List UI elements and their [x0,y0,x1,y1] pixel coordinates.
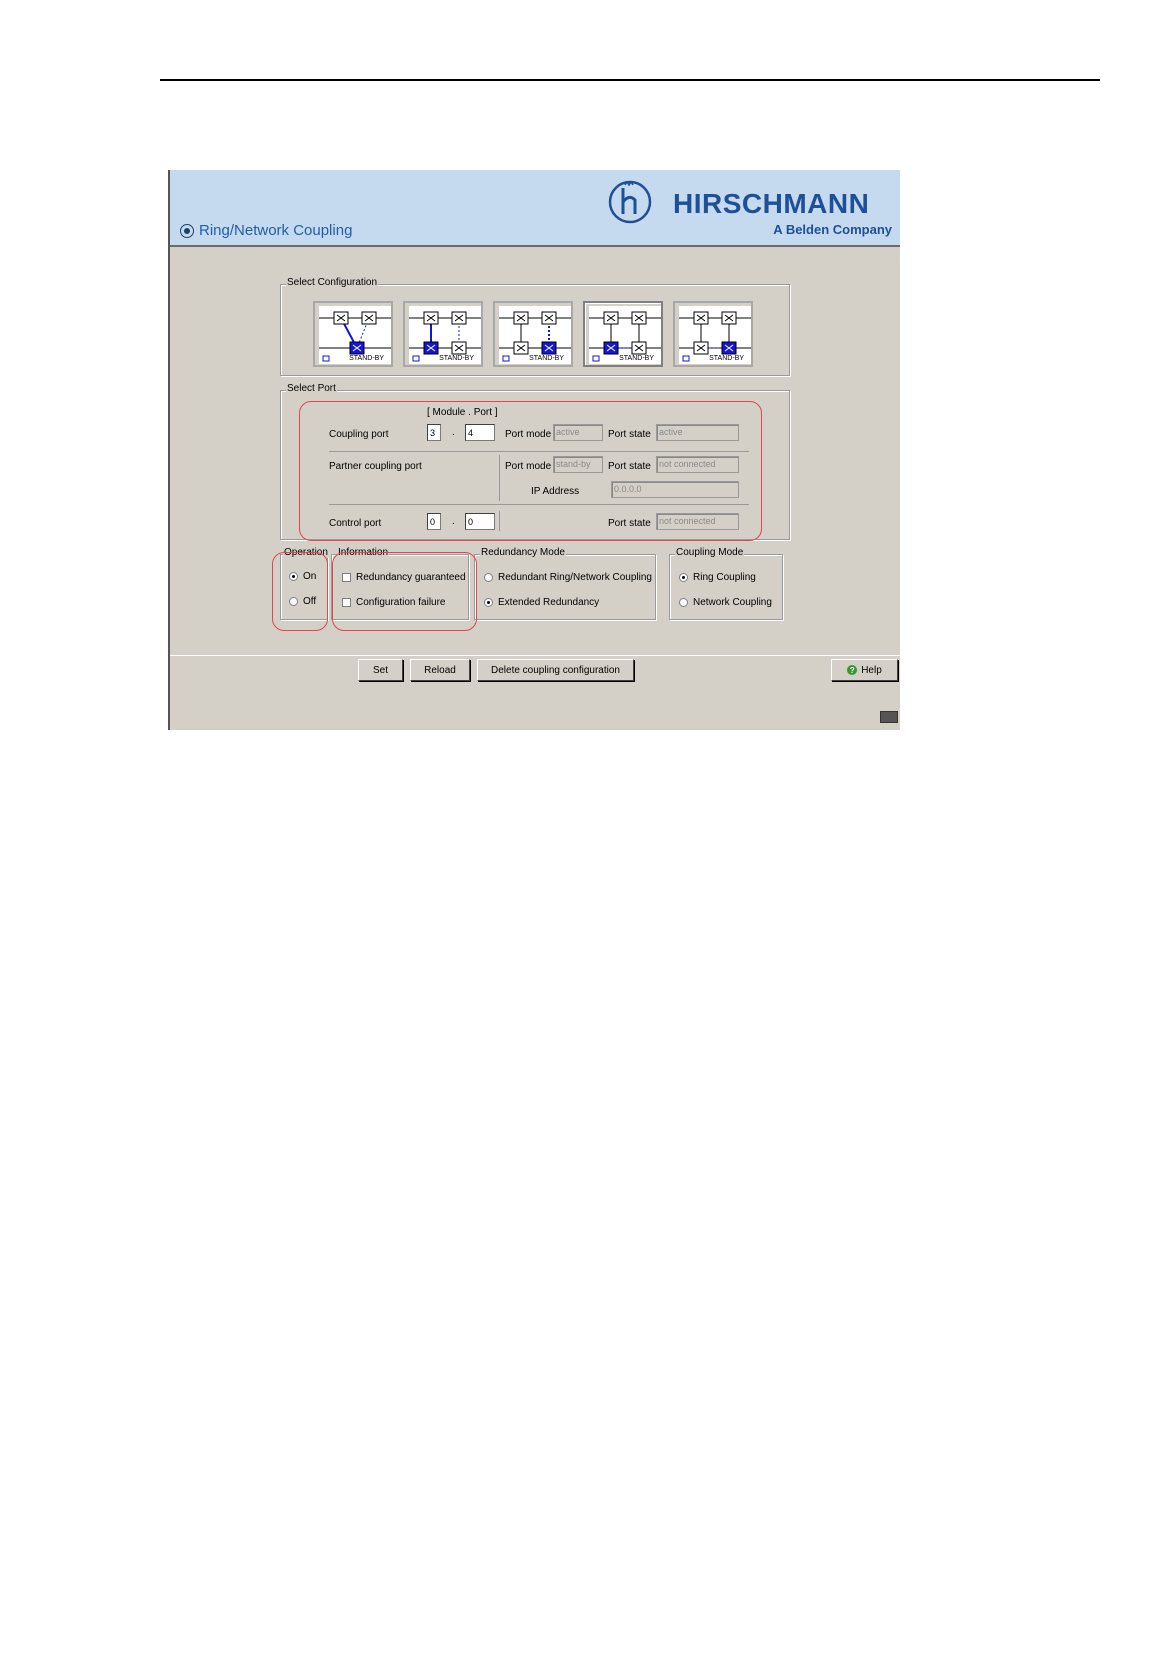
extended-redundancy-radio[interactable]: Extended Redundancy [484,597,599,608]
help-button[interactable]: ? Help [831,659,898,681]
redundant-coupling-radio[interactable]: Redundant Ring/Network Coupling [484,572,652,583]
coupling-port-separator: . [452,427,455,438]
page-title-text: Ring/Network Coupling [199,222,353,239]
reload-button[interactable]: Reload [410,659,470,681]
control-port-separator: . [452,516,455,527]
redundancy-guaranteed-indicator: Redundancy guaranteed [342,572,466,583]
coupling-port-label: Coupling port [329,429,389,440]
control-port-label: Control port [329,518,382,529]
module-port-header: [ Module . Port ] [427,407,498,418]
coupling-mode-label: Coupling Mode [675,547,745,558]
delete-coupling-configuration-button[interactable]: Delete coupling configuration [477,659,634,681]
connection-status-icon [880,711,898,723]
window-header: Ring/Network Coupling HIRSCHMANN A Belde… [170,170,900,247]
operation-label: Operation [283,547,329,558]
coupling-port-state-field: active [656,424,739,441]
coupling-port-module-input[interactable] [427,424,441,441]
help-icon: ? [847,665,858,675]
control-port-state-label: Port state [608,518,651,529]
control-port-state-field: not connected [656,513,739,530]
extended-redundancy-label: Extended Redundancy [498,597,600,608]
checkbox-icon [342,598,351,607]
information-label: Information [337,547,390,558]
operation-off-label: Off [303,596,317,607]
config-option-caption: STAND-BY [528,355,565,362]
page-title: Ring/Network Coupling [180,222,352,239]
redundancy-mode-label: Redundancy Mode [480,547,566,558]
operation-on-radio[interactable]: On [289,571,316,582]
partner-coupling-port-label: Partner coupling port [329,461,422,472]
brand-tagline: A Belden Company [773,222,892,237]
coupling-port-mode-field: active [553,424,603,441]
radio-selected-icon [289,572,298,581]
app-window: Ring/Network Coupling HIRSCHMANN A Belde… [168,170,900,730]
operation-group: Operation On Off [280,547,329,620]
select-configuration-group: Select Configuration STAND-BY STAND-BY STA… [280,277,790,376]
coupling-port-mode-label: Port mode [505,429,552,440]
partner-port-mode-label: Port mode [505,461,552,472]
config-option-5[interactable]: STAND-BY [673,301,753,367]
network-coupling-label: Network Coupling [693,597,772,608]
set-button[interactable]: Set [358,659,403,681]
control-port-port-input[interactable] [465,513,495,530]
hirschmann-logo: HIRSCHMANN A Belden Company [607,178,892,238]
config-option-caption: STAND-BY [438,355,475,362]
config-option-caption: STAND-BY [708,355,745,362]
partner-ip-label: IP Address [531,486,580,497]
page-top-rule [160,79,1100,81]
config-option-1[interactable]: STAND-BY [313,301,393,367]
button-bar: Set Reload Delete coupling configuration… [170,655,900,730]
select-configuration-label: Select Configuration [286,277,379,288]
redundant-coupling-label: Redundant Ring/Network Coupling [498,572,652,583]
ring-coupling-label: Ring Coupling [693,572,756,583]
brand-name: HIRSCHMANN [673,188,870,219]
radio-selected-icon [484,598,493,607]
select-port-group: Select Port [ Module . Port ] Coupling p… [280,383,790,540]
config-option-3[interactable]: STAND-BY [493,301,573,367]
radio-icon [484,573,493,582]
ring-coupling-radio[interactable]: Ring Coupling [679,572,756,583]
partner-port-state-field: not connected [656,456,739,473]
operation-on-label: On [303,571,317,582]
configuration-failure-indicator: Configuration failure [342,597,446,608]
information-group: Information Redundancy guaranteed Config… [331,547,469,620]
vertical-divider [499,455,500,501]
help-button-label: Help [861,664,882,676]
coupling-port-state-label: Port state [608,429,651,440]
select-port-label: Select Port [286,383,337,394]
module-icon [180,223,194,238]
operation-off-radio[interactable]: Off [289,596,316,607]
config-option-caption: STAND-BY [348,355,385,362]
divider [329,504,749,505]
config-option-2[interactable]: STAND-BY [403,301,483,367]
checkbox-icon [342,573,351,582]
partner-port-state-label: Port state [608,461,651,472]
radio-icon [679,598,688,607]
config-option-4[interactable]: STAND-BY [583,301,663,367]
vertical-divider [499,511,500,531]
configuration-failure-label: Configuration failure [356,597,446,608]
network-coupling-radio[interactable]: Network Coupling [679,597,772,608]
partner-ip-field: 0.0.0.0 [611,481,739,498]
partner-port-mode-field: stand-by [553,456,603,473]
redundancy-guaranteed-label: Redundancy guaranteed [356,572,466,583]
hirschmann-h-icon [608,180,652,224]
coupling-mode-group: Coupling Mode Ring Coupling Network Coup… [669,547,783,620]
coupling-port-port-input[interactable] [465,424,495,441]
radio-selected-icon [679,573,688,582]
redundancy-mode-group: Redundancy Mode Redundant Ring/Network C… [474,547,656,620]
control-port-module-input[interactable] [427,513,441,530]
divider [329,451,749,452]
radio-icon [289,597,298,606]
config-option-caption: STAND-BY [618,355,655,362]
